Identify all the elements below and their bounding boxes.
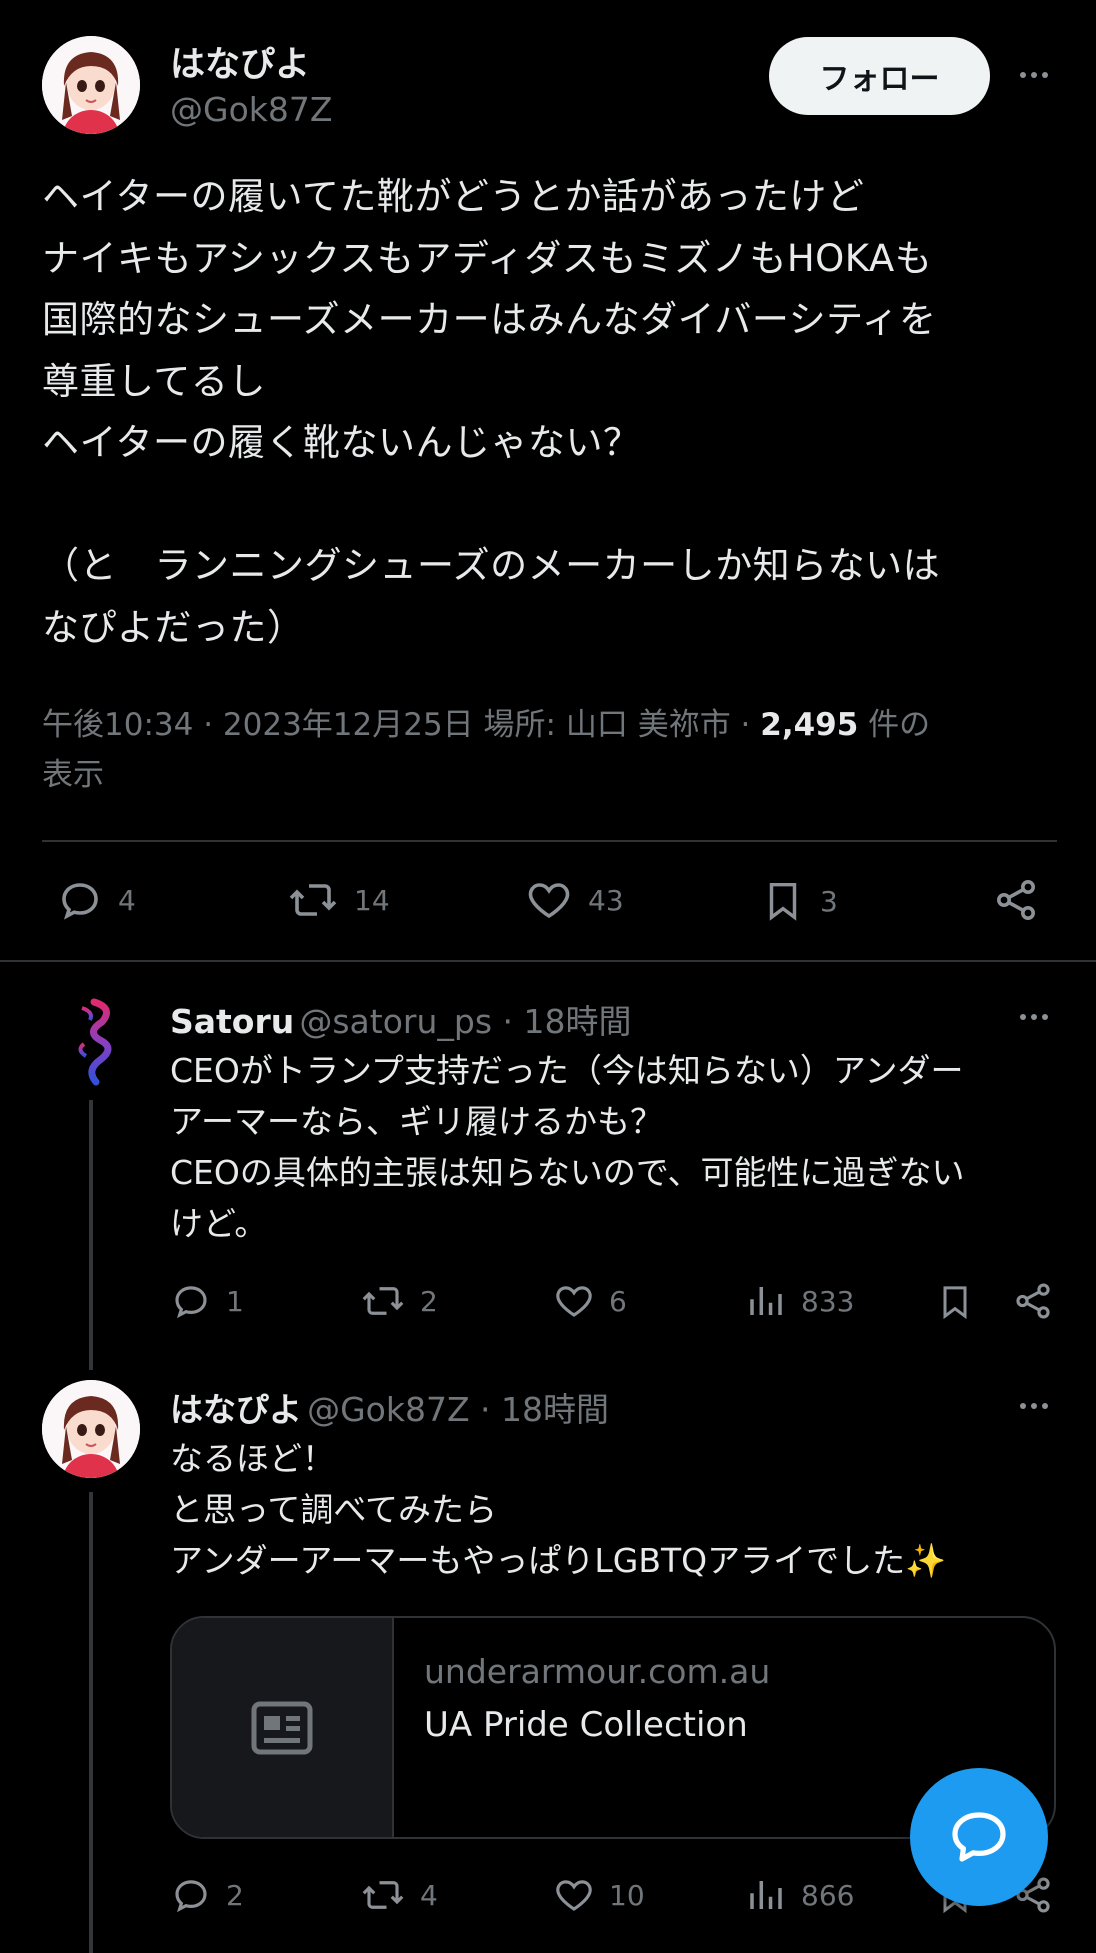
bookmark-icon: [943, 1286, 967, 1320]
analytics-icon: [750, 1881, 782, 1909]
retweet-button[interactable]: 2: [360, 1280, 438, 1322]
views-label: 表示: [42, 757, 104, 793]
retweet-icon: [362, 1287, 404, 1315]
views-count: 2,495: [760, 707, 859, 743]
retweet-button[interactable]: 4: [360, 1874, 438, 1916]
link-title: UA Pride Collection: [424, 1705, 748, 1745]
author-display-name[interactable]: はなぴよ: [170, 36, 310, 87]
bookmark-button[interactable]: [935, 1280, 975, 1324]
reply-header: Satoru @satoru_ps · 18時間: [170, 995, 631, 1043]
tweet-timestamp[interactable]: 午後10:34 · 2023年12月25日 場所: 山口 美祢市 ·: [42, 707, 760, 743]
reply-button[interactable]: 2: [170, 1874, 244, 1916]
share-icon: [1016, 1283, 1050, 1319]
link-thumbnail: [172, 1618, 394, 1837]
like-button[interactable]: 10: [553, 1874, 645, 1916]
more-icon[interactable]: [1012, 60, 1056, 90]
compose-reply-button[interactable]: [910, 1768, 1048, 1906]
heart-icon: [528, 883, 570, 919]
views-button[interactable]: 866: [745, 1874, 854, 1916]
retweet-icon: [289, 884, 337, 916]
reply-count: 1: [226, 1284, 244, 1318]
like-button[interactable]: 6: [553, 1280, 627, 1322]
link-domain: underarmour.com.au: [424, 1652, 771, 1691]
retweet-count: 4: [420, 1878, 438, 1912]
analytics-icon: [750, 1287, 782, 1315]
views-button[interactable]: 833: [745, 1280, 854, 1322]
divider: [42, 840, 1057, 842]
reply-button[interactable]: 4: [56, 876, 136, 924]
follow-button[interactable]: フォロー: [769, 37, 990, 115]
views-count: 866: [801, 1878, 855, 1912]
heart-icon: [556, 1286, 592, 1317]
reply-avatar[interactable]: [42, 990, 140, 1088]
thread-line: [89, 1100, 93, 1370]
bookmark-button[interactable]: 3: [760, 876, 838, 926]
tweet-metadata: 午後10:34 · 2023年12月25日 場所: 山口 美祢市 · 2,495…: [42, 700, 1062, 800]
reply-header: はなぴよ @Gok87Z · 18時間: [170, 1383, 609, 1431]
share-button[interactable]: [1012, 1280, 1054, 1322]
retweet-count: 2: [420, 1284, 438, 1318]
comment-icon: [175, 1880, 207, 1913]
bookmark-icon: [769, 882, 797, 921]
retweet-count: 14: [354, 883, 390, 917]
comment-icon: [175, 1286, 207, 1319]
bookmark-count: 3: [820, 884, 838, 918]
more-icon[interactable]: [1012, 1002, 1056, 1032]
author-avatar[interactable]: [42, 36, 140, 134]
views-suffix: 件の: [858, 707, 931, 743]
retweet-icon: [362, 1881, 404, 1909]
heart-icon: [556, 1880, 592, 1911]
reply-button[interactable]: 1: [170, 1280, 244, 1322]
reply-avatar[interactable]: [42, 1380, 140, 1478]
share-icon: [997, 880, 1035, 920]
like-count: 43: [588, 883, 624, 917]
chat-bubble-icon: [952, 1812, 1006, 1862]
tweet-text: ヘイターの履いてた靴がどうとか話があったけど ナイキもアシックスもアディダスもミ…: [42, 175, 941, 649]
like-count: 6: [609, 1284, 627, 1318]
reply-display-name[interactable]: はなぴよ: [170, 1390, 302, 1429]
like-button[interactable]: 43: [524, 876, 624, 924]
comment-icon: [62, 883, 98, 920]
thread-line: [89, 1492, 93, 1953]
retweet-button[interactable]: 14: [286, 876, 390, 924]
reply-handle[interactable]: @satoru_ps · 18時間: [299, 1002, 631, 1041]
reply-handle[interactable]: @Gok87Z · 18時間: [307, 1390, 609, 1429]
views-count: 833: [801, 1284, 855, 1318]
article-icon: [251, 1701, 313, 1754]
reply-display-name[interactable]: Satoru: [170, 1002, 294, 1041]
reply-text: なるほど！ と思って調べてみたら アンダーアーマーもやっぱりLGBTQアライでし…: [170, 1439, 947, 1580]
more-icon[interactable]: [1012, 1391, 1056, 1421]
reply-text: CEOがトランプ支持だった（今は知らない）アンダー アーマーなら、ギリ履けるかも…: [170, 1051, 965, 1243]
author-handle[interactable]: @Gok87Z: [170, 90, 332, 129]
link-info: underarmour.com.au UA Pride Collection: [394, 1618, 770, 1837]
share-button[interactable]: [992, 876, 1040, 924]
like-count: 10: [609, 1878, 645, 1912]
reply-count: 2: [226, 1878, 244, 1912]
reply-count: 4: [118, 883, 136, 917]
divider: [0, 960, 1096, 962]
